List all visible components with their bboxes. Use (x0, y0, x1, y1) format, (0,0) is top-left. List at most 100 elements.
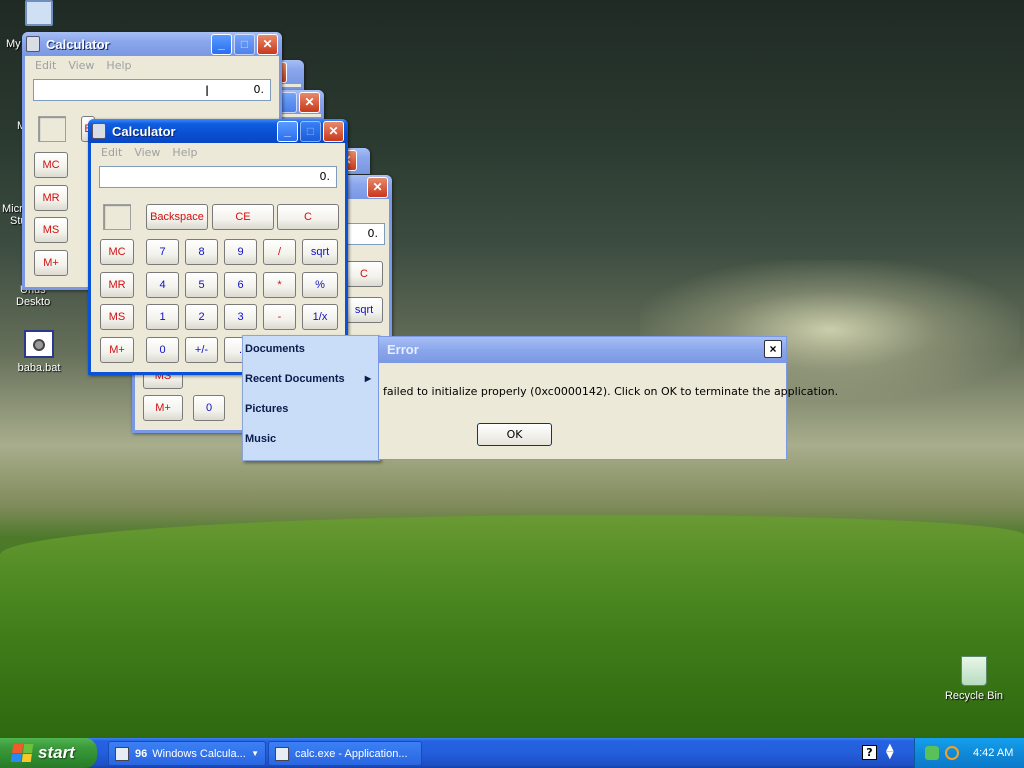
calculator-icon (115, 746, 129, 761)
memory-store-button[interactable]: MS (34, 217, 68, 243)
digit-9-button[interactable]: 9 (224, 239, 257, 265)
search-icon[interactable] (945, 746, 959, 760)
minimize-icon[interactable]: _ (277, 120, 298, 142)
application-window-icon (275, 746, 289, 761)
batch-file-icon (24, 330, 54, 358)
taskbar-item-label: Windows Calcula... (152, 747, 246, 760)
calculator-icon (26, 36, 40, 52)
sqrt-button[interactable]: sqrt (345, 297, 383, 323)
digit-2-button[interactable]: 2 (185, 304, 218, 330)
help-icon[interactable]: ? (862, 745, 877, 760)
memory-recall-button[interactable]: MR (34, 185, 68, 211)
desktop-icon-baba-bat[interactable]: baba.bat (2, 330, 76, 374)
menu-help[interactable]: Help (172, 146, 197, 159)
multiply-button[interactable]: * (263, 272, 296, 298)
digit-7-button[interactable]: 7 (146, 239, 179, 265)
menu-item-music[interactable]: Music (245, 428, 377, 452)
clear-entry-button[interactable]: CE (212, 204, 274, 230)
memory-clear-button[interactable]: MC (34, 152, 68, 178)
backspace-button[interactable]: Backspace (146, 204, 208, 230)
close-icon[interactable]: ✕ (257, 33, 278, 55)
desktop-partial-label: Deskto (16, 296, 51, 308)
taskbar: start 96 Windows Calcula... ▼ calc.exe -… (0, 738, 1024, 768)
my-computer-icon[interactable] (2, 0, 76, 30)
menu-edit[interactable]: Edit (35, 59, 56, 72)
window-title: Calculator (46, 36, 110, 52)
close-icon[interactable]: × (764, 340, 782, 358)
error-message: failed to initialize properly (0xc000014… (383, 385, 839, 398)
dialog-title: Error (387, 342, 419, 357)
submenu-arrow-icon: ▶ (364, 374, 371, 383)
digit-1-button[interactable]: 1 (146, 304, 179, 330)
recycle-bin-icon (961, 656, 987, 686)
calculator-display: 0. (345, 223, 385, 245)
error-dialog[interactable]: Error × failed to initialize properly (0… (378, 336, 838, 460)
percent-button[interactable]: % (302, 272, 338, 298)
desktop-icon-recycle-bin[interactable]: Recycle Bin (937, 656, 1011, 702)
calculator-display: 0. (99, 166, 337, 188)
calculator-icon (92, 123, 106, 139)
taskbar-group-calculator[interactable]: 96 Windows Calcula... ▼ (108, 741, 266, 766)
calculator-display: 0. (33, 79, 271, 101)
network-icon[interactable] (925, 746, 939, 760)
dropdown-arrow-icon: ▼ (251, 749, 259, 758)
text-cursor-icon: I (205, 84, 210, 100)
windows-flag-icon (10, 744, 34, 762)
taskbar-item-calc-error[interactable]: calc.exe - Application... (268, 741, 422, 766)
clear-button[interactable]: C (277, 204, 339, 230)
memory-store-button[interactable]: MS (100, 304, 134, 330)
menu-item-label: Music (245, 433, 277, 445)
menu-item-documents[interactable]: Documents (245, 338, 377, 362)
close-icon[interactable]: ✕ (299, 91, 320, 113)
close-icon[interactable]: ✕ (367, 176, 388, 198)
menu-item-recent-documents[interactable]: Recent Documents ▶ (245, 368, 377, 392)
memory-indicator (103, 204, 131, 230)
desktop-icon-label: baba.bat (17, 362, 61, 374)
maximize-icon: □ (300, 120, 321, 142)
digit-0-button[interactable]: 0 (193, 395, 225, 421)
sign-toggle-button[interactable]: +/- (185, 337, 218, 363)
menu-bar: Edit View Help (91, 143, 345, 161)
clock[interactable]: 4:42 AM (973, 747, 1013, 759)
menu-item-label: Recent Documents (245, 373, 345, 385)
digit-3-button[interactable]: 3 (224, 304, 257, 330)
digit-6-button[interactable]: 6 (224, 272, 257, 298)
taskbar-item-label: calc.exe - Application... (295, 747, 408, 760)
divide-button[interactable]: / (263, 239, 296, 265)
memory-add-button[interactable]: M+ (143, 395, 183, 421)
memory-indicator (38, 116, 66, 142)
digit-0-button[interactable]: 0 (146, 337, 179, 363)
ok-button[interactable]: OK (477, 423, 552, 446)
context-menu: Documents Recent Documents ▶ Pictures Mu… (242, 335, 380, 461)
reciprocal-button[interactable]: 1/x (302, 304, 338, 330)
menu-item-label: Pictures (245, 403, 289, 415)
grass-hill (0, 515, 1024, 740)
menu-view[interactable]: View (134, 146, 160, 159)
start-button[interactable]: start (0, 738, 97, 768)
scroll-arrows-icon[interactable]: ▲ ▼ (886, 743, 894, 761)
memory-add-button[interactable]: M+ (100, 337, 134, 363)
memory-add-button[interactable]: M+ (34, 250, 68, 276)
digit-5-button[interactable]: 5 (185, 272, 218, 298)
menu-help[interactable]: Help (106, 59, 131, 72)
desktop-partial-label: My (6, 38, 21, 50)
subtract-button[interactable]: - (263, 304, 296, 330)
window-title: Calculator (112, 123, 176, 139)
digit-4-button[interactable]: 4 (146, 272, 179, 298)
maximize-icon: □ (234, 33, 255, 55)
minimize-icon[interactable]: _ (211, 33, 232, 55)
system-tray: 4:42 AM (914, 738, 1024, 768)
close-icon[interactable]: ✕ (323, 120, 344, 142)
menu-item-pictures[interactable]: Pictures (245, 398, 377, 422)
start-label: start (38, 743, 75, 762)
digit-8-button[interactable]: 8 (185, 239, 218, 265)
group-count: 96 (135, 747, 148, 760)
memory-clear-button[interactable]: MC (100, 239, 134, 265)
clear-button[interactable]: C (345, 261, 383, 287)
desktop-icon-label: Recycle Bin (944, 690, 1004, 702)
menu-edit[interactable]: Edit (101, 146, 122, 159)
menu-view[interactable]: View (68, 59, 94, 72)
sqrt-button[interactable]: sqrt (302, 239, 338, 265)
memory-recall-button[interactable]: MR (100, 272, 134, 298)
menu-bar: Edit View Help (25, 56, 279, 74)
